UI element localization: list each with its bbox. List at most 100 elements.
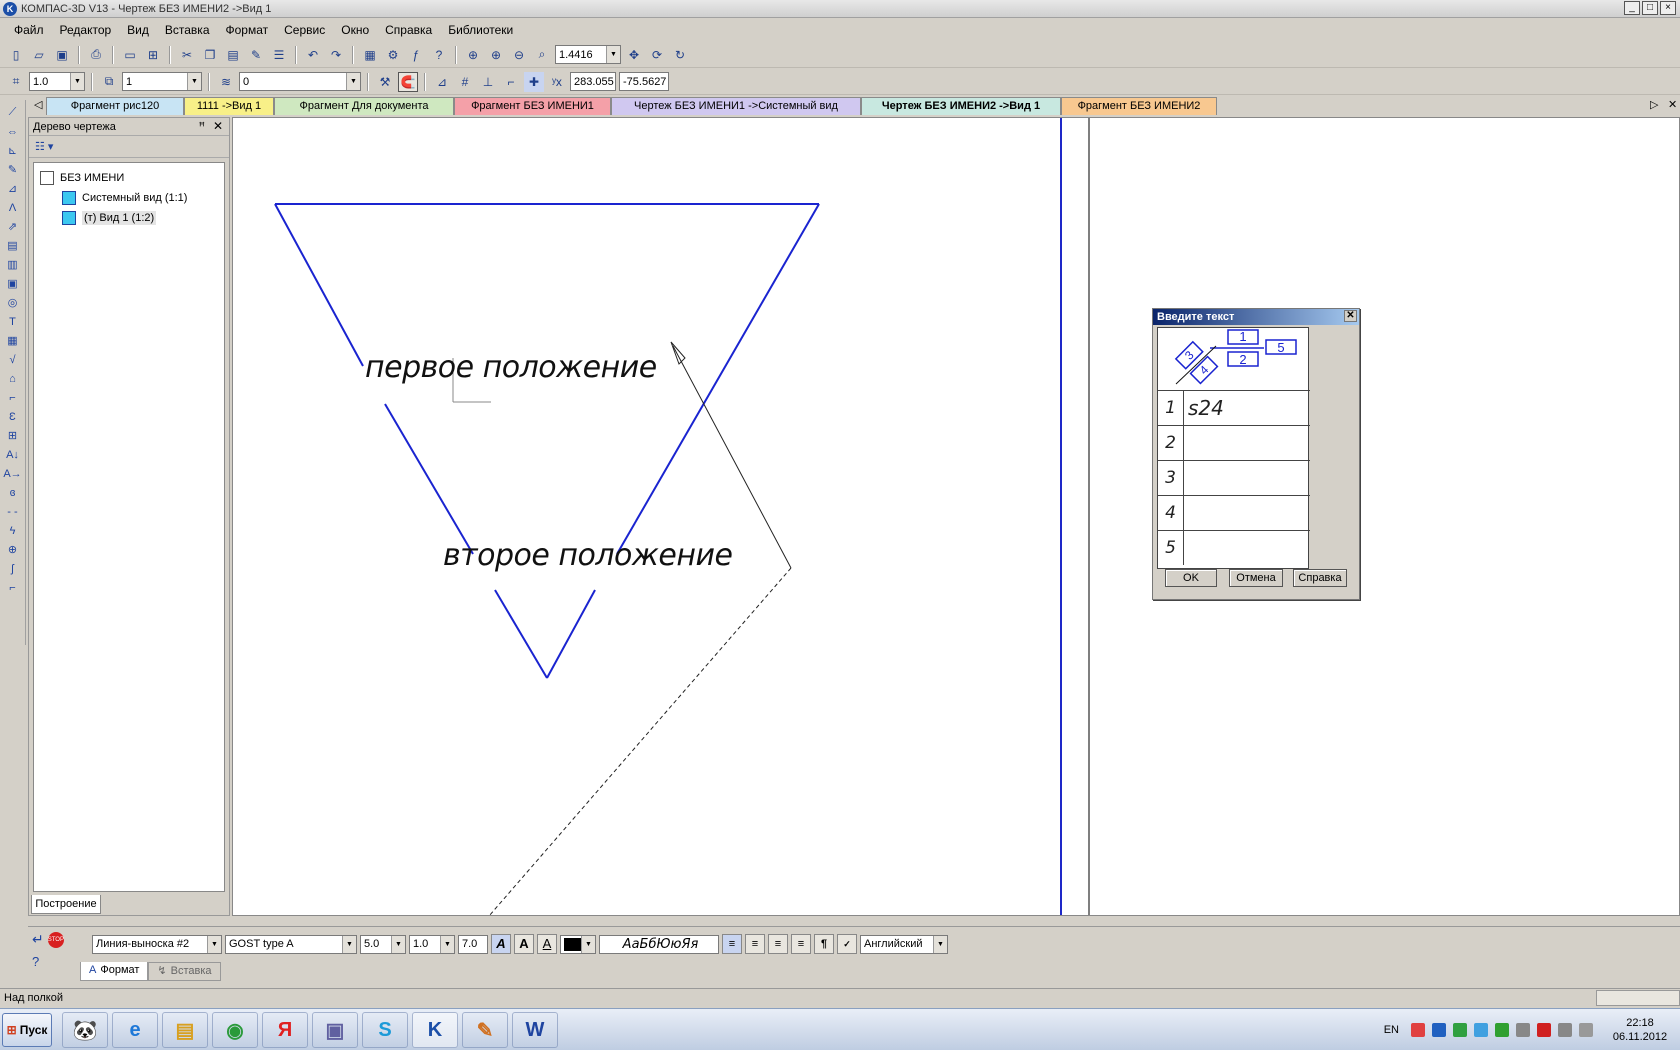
properties-icon[interactable]: ☰ [269,45,289,65]
help-button[interactable]: Справка [1293,569,1347,587]
text-icon[interactable]: T [4,313,22,330]
text-row-1[interactable]: 1 s24 [1158,390,1310,425]
text-row-3[interactable]: 3 [1158,460,1310,495]
variables-icon[interactable]: ƒ [406,45,426,65]
minimize-button[interactable]: _ [1624,1,1640,15]
cancel-button[interactable]: Отмена [1229,569,1283,587]
zoom-in-icon[interactable]: ⊕ [486,45,506,65]
print-icon[interactable]: ⎙ [86,45,106,65]
chevron-down-icon[interactable]: ▼ [70,73,84,90]
tray-app-icon[interactable] [1411,1023,1425,1037]
align-right-button[interactable]: ≡ [768,934,788,954]
text-color-combo[interactable]: ▼ [560,934,596,954]
tolerance-icon[interactable]: ⊞ [4,427,22,444]
open-folder-icon[interactable]: ▱ [29,45,49,65]
chrome-icon[interactable]: ◉ [212,1012,258,1048]
row-text-field[interactable]: s24 [1184,391,1310,425]
close-icon[interactable]: ✕ [213,119,223,133]
step-combo[interactable]: 1.0 ▼ [29,72,85,91]
flag-icon[interactable] [1516,1023,1530,1037]
break-line-icon[interactable]: ʃ [4,560,22,577]
text-row-4[interactable]: 4 [1158,495,1310,530]
paint-icon[interactable]: ✎ [462,1012,508,1048]
language-indicator[interactable]: EN [1384,1024,1399,1036]
doc-tab-active[interactable]: Чертеж БЕЗ ИМЕНИ2 ->Вид 1 [861,97,1061,115]
chevron-down-icon[interactable]: ▼ [581,935,595,953]
context-help-icon[interactable]: ? [429,45,449,65]
tab-format[interactable]: A Формат [80,961,149,981]
snaps-icon[interactable]: ✚ [524,71,544,92]
volume-icon[interactable] [1579,1023,1593,1037]
select-icon[interactable]: ⇗ [4,218,22,235]
stop-icon[interactable]: STOP [47,931,64,948]
center-mark-icon[interactable]: ⊕ [4,541,22,558]
pin-icon[interactable]: ꟸ [199,120,205,133]
chevron-down-icon[interactable]: ▼ [207,935,221,953]
menu-window[interactable]: Окно [333,23,377,37]
parametrization-icon[interactable]: ⊿ [4,180,22,197]
cut-icon[interactable]: ✂ [177,45,197,65]
redo-icon[interactable]: ↷ [326,45,346,65]
associative-views-icon[interactable]: ▤ [4,237,22,254]
ok-button[interactable]: OK [1165,569,1217,587]
cut-line-icon[interactable]: A→ [3,465,21,482]
menu-format[interactable]: Формат [218,23,277,37]
position-icon[interactable]: Ɛ [4,408,22,425]
start-button[interactable]: ⊞ Пуск [2,1013,52,1047]
chevron-down-icon[interactable]: ▼ [440,935,454,953]
drawing-canvas[interactable]: первое положение второе положение [232,117,1680,916]
step-icon[interactable]: ⌗ [6,72,26,92]
zoom-fit-icon[interactable]: ⌕ [532,45,552,65]
close-icon[interactable]: ✕ [1344,310,1357,322]
line-step-field[interactable]: 7.0 [458,934,488,954]
tree-item-view-1[interactable]: (т) Вид 1 (1:2) [62,211,157,225]
maximize-button[interactable]: □ [1642,1,1658,15]
row-text-field[interactable] [1184,496,1310,530]
language-combo[interactable]: Английский ▼ [860,934,948,954]
kompas-taskbar-icon[interactable]: K [412,1012,458,1048]
chevron-down-icon[interactable]: ▼ [187,73,201,90]
axis-icon[interactable]: - - [4,503,22,520]
layer-icon[interactable]: ≋ [216,72,236,92]
spellcheck-icon[interactable]: ✓ [837,934,857,954]
align-justify-button[interactable]: ≡ [791,934,811,954]
snap-magnet-icon[interactable]: 🧲 [398,71,418,92]
measure-icon[interactable]: Λ [4,199,22,216]
redraw-icon[interactable]: ↻ [670,45,690,65]
coord-y-field[interactable]: -75.5627 [619,72,669,91]
row-text-field[interactable] [1184,426,1310,460]
spec-icon[interactable]: ▥ [4,256,22,273]
tab-close-icon[interactable]: ✕ [1662,97,1680,115]
height-combo[interactable]: 5.0 ▼ [360,934,406,954]
italic-button[interactable]: A [491,934,511,954]
tray-app-icon[interactable] [1474,1023,1488,1037]
layer-properties-icon[interactable]: ⚒ [375,72,395,92]
tree-view-mode-icon[interactable]: ☷ ▾ [35,140,53,153]
dimensions-icon[interactable]: ⇔ [4,123,22,140]
view-state-icon[interactable]: ⧉ [99,72,119,92]
menu-libraries[interactable]: Библиотеки [440,23,521,37]
skype-icon[interactable]: S [362,1012,408,1048]
grid-icon[interactable]: # [455,72,475,92]
doc-tab[interactable]: Чертеж БЕЗ ИМЕНИ1 ->Системный вид [611,97,861,115]
library-icon[interactable]: ⚙ [383,45,403,65]
create-object-icon[interactable]: ↵ [32,931,44,948]
preview-icon[interactable]: ▭ [120,45,140,65]
ortho-mode-icon[interactable]: ⌐ [501,72,521,92]
internet-explorer-icon[interactable]: e [112,1012,158,1048]
layer-combo[interactable]: 0 ▼ [239,72,361,91]
network-icon[interactable] [1558,1023,1572,1037]
wave-icon[interactable]: ɞ [4,484,22,501]
narrowing-combo[interactable]: 1.0 ▼ [409,934,455,954]
text-row-2[interactable]: 2 [1158,425,1310,460]
chevron-down-icon[interactable]: ▼ [606,46,620,63]
refresh-icon[interactable]: ⟳ [647,45,667,65]
menu-help[interactable]: Справка [377,23,440,37]
manager-icon[interactable]: ⊞ [143,45,163,65]
row-text-field[interactable] [1184,461,1310,495]
view-arrow-icon[interactable]: A↓ [4,446,22,463]
clock[interactable]: 22:18 06.11.2012 [1600,1016,1680,1044]
menu-editor[interactable]: Редактор [52,23,120,37]
tab-scroll-right-icon[interactable]: ▷ [1644,97,1662,115]
geometry-icon[interactable]: ⟋ [4,104,22,121]
